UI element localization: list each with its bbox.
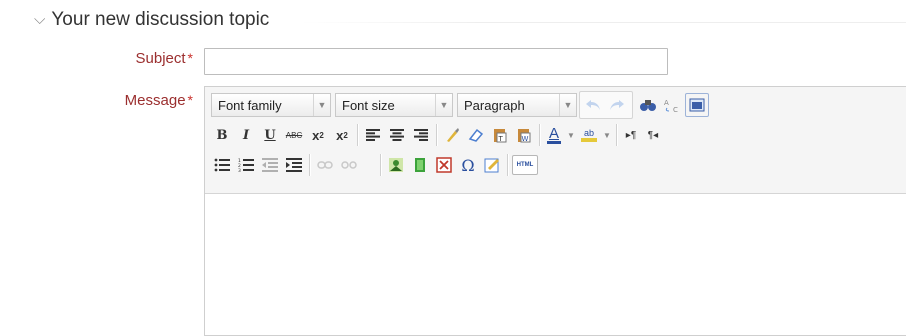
text-color-icon[interactable]: A <box>544 124 564 146</box>
required-icon: * <box>187 92 193 108</box>
svg-text:W: W <box>522 135 529 143</box>
message-label: Message * <box>124 92 193 109</box>
insert-equation-icon[interactable] <box>481 154 503 176</box>
insert-media-icon[interactable] <box>409 154 431 176</box>
anchor-icon[interactable] <box>362 154 376 176</box>
manage-files-icon[interactable] <box>433 154 455 176</box>
redo-icon[interactable] <box>606 94 628 116</box>
editor-content[interactable] <box>205 194 906 335</box>
bold-icon[interactable]: B <box>211 124 233 146</box>
toolbar-separator <box>357 124 358 146</box>
rtl-icon[interactable]: ¶◂ <box>643 124 663 146</box>
underline-icon[interactable]: U <box>259 124 281 146</box>
special-char-icon[interactable]: Ω <box>457 154 479 176</box>
replace-icon[interactable]: AC <box>661 94 683 116</box>
toolbar-separator <box>507 154 508 176</box>
section-title: Your new discussion topic <box>51 9 270 30</box>
indent-icon[interactable] <box>283 154 305 176</box>
chevron-down-icon: ▼ <box>313 94 330 116</box>
toolbar-row-2: B I U ABC x2 x2 T W A ▼ ab ▼ ▸¶ ¶◂ <box>211 122 665 148</box>
toolbar-separator <box>436 124 437 146</box>
align-right-icon[interactable] <box>410 124 432 146</box>
subject-input[interactable] <box>204 48 668 75</box>
toolbar-separator <box>380 154 381 176</box>
numbered-list-icon[interactable]: 123 <box>235 154 257 176</box>
toolbar-row-1: Font family ▼ Font size ▼ Paragraph ▼ A … <box>211 91 711 119</box>
toolbar-row-3: 123 Ω HTML <box>211 152 540 178</box>
link-icon[interactable] <box>314 154 336 176</box>
chevron-down-icon: ▼ <box>559 94 576 116</box>
align-center-icon[interactable] <box>386 124 408 146</box>
html-source-icon[interactable]: HTML <box>512 155 538 175</box>
font-size-value: Font size <box>342 97 395 113</box>
svg-text:3: 3 <box>238 168 241 172</box>
outdent-icon[interactable] <box>259 154 281 176</box>
toolbar-separator <box>539 124 540 146</box>
editor-toolbar: Font family ▼ Font size ▼ Paragraph ▼ A … <box>205 87 906 194</box>
paragraph-value: Paragraph <box>464 97 525 113</box>
required-icon: * <box>187 50 193 66</box>
chevron-down-icon[interactable]: ⌵ <box>34 11 45 28</box>
insert-image-icon[interactable] <box>385 154 407 176</box>
bullet-list-icon[interactable] <box>211 154 233 176</box>
toolbar-separator <box>309 154 310 176</box>
chevron-down-icon[interactable]: ▼ <box>602 124 612 146</box>
svg-text:C: C <box>673 106 678 113</box>
message-editor: Font family ▼ Font size ▼ Paragraph ▼ A … <box>204 86 906 336</box>
subject-label: Subject * <box>135 50 194 67</box>
unlink-icon[interactable] <box>338 154 360 176</box>
font-family-select[interactable]: Font family ▼ <box>211 93 331 117</box>
paste-text-icon[interactable]: T <box>489 124 511 146</box>
section-header[interactable]: ⌵ Your new discussion topic <box>34 6 269 34</box>
chevron-down-icon[interactable]: ▼ <box>566 124 576 146</box>
ltr-icon[interactable]: ▸¶ <box>621 124 641 146</box>
svg-text:A: A <box>664 99 669 107</box>
align-left-icon[interactable] <box>362 124 384 146</box>
undo-icon[interactable] <box>582 94 604 116</box>
paragraph-format-select[interactable]: Paragraph ▼ <box>457 93 577 117</box>
subscript-icon[interactable]: x2 <box>307 124 329 146</box>
section-divider <box>300 22 906 23</box>
paste-word-icon[interactable]: W <box>513 124 535 146</box>
font-size-select[interactable]: Font size ▼ <box>335 93 453 117</box>
highlight-color-icon[interactable]: ab <box>578 124 600 146</box>
toolbar-separator <box>616 124 617 146</box>
clean-up-icon[interactable] <box>441 124 463 146</box>
chevron-down-icon: ▼ <box>435 94 452 116</box>
fullscreen-icon[interactable] <box>685 93 709 117</box>
superscript-icon[interactable]: x2 <box>331 124 353 146</box>
svg-text:T: T <box>498 135 504 143</box>
italic-icon[interactable]: I <box>235 124 257 146</box>
eraser-icon[interactable] <box>465 124 487 146</box>
history-group <box>579 91 633 119</box>
strikethrough-icon[interactable]: ABC <box>283 124 305 146</box>
search-icon[interactable] <box>637 94 659 116</box>
font-family-value: Font family <box>218 97 282 113</box>
html-source-label: HTML <box>516 162 534 168</box>
